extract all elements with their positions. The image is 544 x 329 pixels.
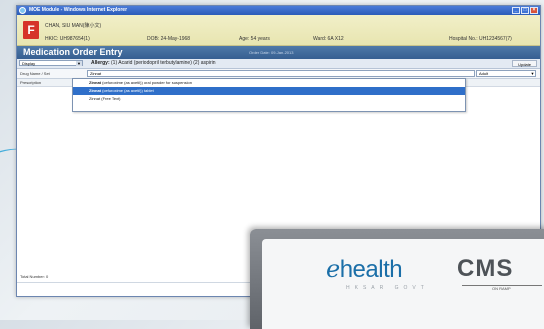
sex-badge: F: [23, 21, 39, 39]
chevron-down-icon[interactable]: ▼: [530, 71, 535, 76]
patient-name: CHAN, SIU MAN(陳小文): [45, 23, 102, 29]
suggestion-name: Zinnat: [89, 80, 101, 85]
ehealth-subtitle: HKSAR GOVT: [346, 285, 429, 291]
suggestion-detail: (cefuroxime (as axetil)) oral powder for…: [102, 80, 192, 85]
patient-ward: Ward: 6A X12: [313, 36, 344, 42]
close-button[interactable]: ×: [530, 7, 538, 14]
allergy-info: Allergy: (1) Acarid (periodopril terbuty…: [91, 60, 216, 66]
prescription-label: Prescription: [20, 80, 42, 85]
suggestion-name: Zinnat: [89, 96, 101, 101]
window-titlebar: MOE Module - Windows Internet Explorer _…: [17, 6, 540, 15]
minimize-button[interactable]: _: [512, 7, 520, 14]
suggestion-name: Zinnat: [89, 88, 101, 93]
population-select[interactable]: Adult ▼: [476, 70, 536, 77]
allergy-label: Allergy:: [91, 60, 110, 66]
window-title: MOE Module - Windows Internet Explorer: [29, 7, 128, 13]
drug-suggestion-list: Zinnat (cefuroxime (as axetil)) oral pow…: [72, 78, 466, 112]
chevron-down-icon[interactable]: ▼: [76, 61, 82, 66]
suggestion-detail: (cefuroxime (as axetil)) tablet: [102, 88, 154, 93]
ehealth-banner-inner: ehealth HKSAR GOVT CMS ON RAMP: [262, 239, 544, 329]
cms-logo: CMS: [457, 255, 514, 282]
suggestion-item-selected[interactable]: Zinnat (cefuroxime (as axetil)) tablet: [73, 87, 465, 95]
patient-hospital-no: Hospital No.: UH1234567(7): [449, 36, 512, 42]
suggestion-item[interactable]: Zinnat (cefuroxime (as axetil)) oral pow…: [73, 79, 465, 87]
patient-hkic: HKIC: UH987654(1): [45, 36, 90, 42]
patient-banner: F CHAN, SIU MAN(陳小文) HKIC: UH987654(1) D…: [17, 15, 540, 46]
patient-age: Age: 54 years: [239, 36, 270, 42]
drug-name-label: Drug Name / Set: [20, 71, 50, 76]
ie-icon: [19, 7, 26, 14]
update-button[interactable]: Update: [512, 60, 537, 67]
total-number: Total Number: 0: [20, 274, 49, 279]
page-title: Medication Order Entry: [23, 47, 123, 57]
display-select[interactable]: Display ▼: [19, 60, 83, 66]
moe-header: Medication Order Entry Order Date: 09-Ja…: [17, 46, 540, 59]
drug-search-input[interactable]: Zinnat: [87, 70, 475, 77]
ehealth-logo: ehealth: [326, 255, 403, 284]
suggestion-item[interactable]: Zinnat (Free Text): [73, 95, 465, 103]
suggestion-detail: (Free Text): [101, 96, 121, 101]
population-select-value: Adult: [479, 71, 489, 76]
ehealth-logo-e: e: [326, 255, 340, 283]
window-controls: _ □ ×: [512, 7, 538, 14]
maximize-button[interactable]: □: [521, 7, 529, 14]
ehealth-banner: ehealth HKSAR GOVT CMS ON RAMP: [250, 229, 544, 329]
toolbar-row: Display ▼ Allergy: (1) Acarid (periodopr…: [17, 59, 540, 69]
order-date: Order Date: 09-Jan-2013: [249, 50, 294, 55]
ehealth-logo-text: health: [339, 256, 403, 283]
patient-dob: DOB: 24-May-1968: [147, 36, 191, 42]
onramp-label: ON RAMP: [462, 285, 542, 291]
allergy-text: (1) Acarid (periodopril terbutylamine) (…: [111, 60, 216, 66]
display-select-value: Display: [22, 61, 36, 66]
